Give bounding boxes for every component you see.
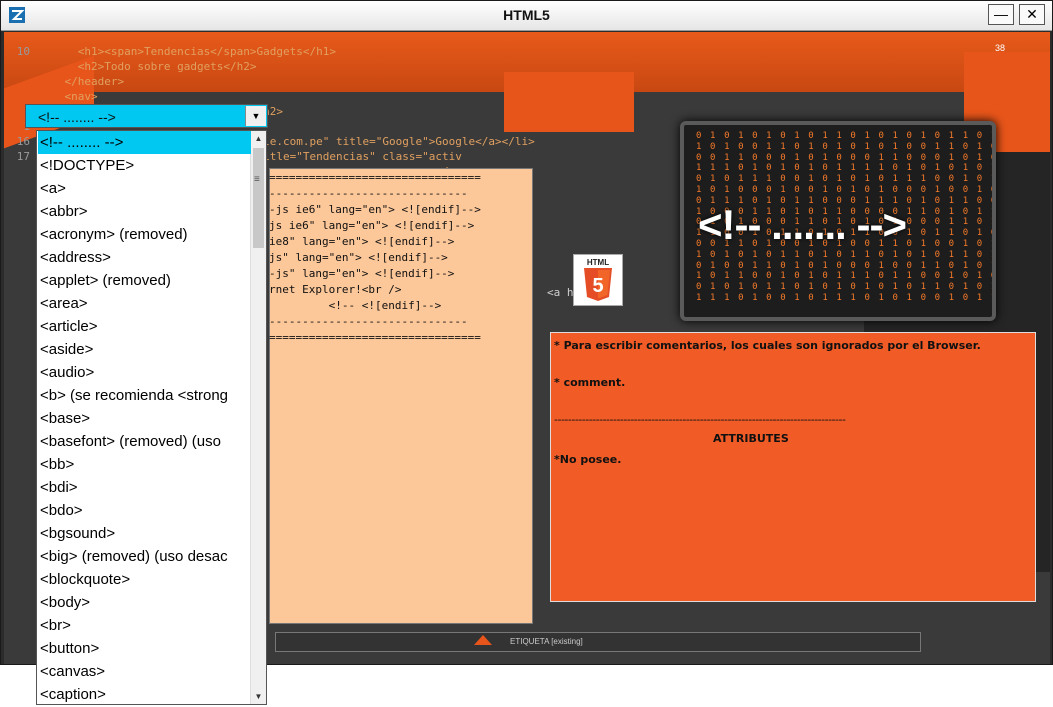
comment-code-line: ================================ [269, 331, 481, 344]
tag-option[interactable]: <!DOCTYPE> [38, 154, 251, 177]
close-button[interactable]: ✕ [1019, 4, 1045, 25]
scroll-thumb[interactable] [253, 148, 264, 248]
html5-logo-icon: HTML 5 [573, 254, 623, 306]
position-indicator: 38 [995, 43, 1006, 53]
scrollbar[interactable]: ▲ ≡ ▼ [250, 131, 266, 704]
info-syntax: * comment. [554, 376, 626, 389]
tag-option[interactable]: <article> [38, 315, 251, 338]
comment-code-line: -js" lang="en"> <![endif]--> [269, 267, 455, 280]
binary-row: 1 1 1 0 1 0 1 0 1 0 1 1 1 1 0 1 0 1 0 1 … [696, 163, 996, 174]
comment-code-line: js" lang="en"> <![endif]--> [269, 251, 448, 264]
code-comment-text: ================================ --------… [269, 170, 481, 346]
tag-option[interactable]: <acronym> (removed) [38, 223, 251, 246]
tag-option[interactable]: <caption> [38, 683, 251, 704]
comment-code-line: ------------------------------ [269, 187, 468, 200]
tag-info-panel: * Para escribir comentarios, los cuales … [550, 332, 1036, 602]
comment-code-line: ------------------------------ [269, 315, 468, 328]
tag-option[interactable]: <abbr> [38, 200, 251, 223]
tag-option[interactable]: <area> [38, 292, 251, 315]
code-text: <h2>Todo sobre gadgets</h2> [38, 60, 257, 73]
svg-text:HTML: HTML [587, 258, 609, 267]
binary-row: 0 1 0 1 0 1 1 0 1 0 1 0 1 0 1 0 1 1 0 1 … [696, 282, 996, 293]
binary-row: 0 1 0 1 1 1 0 0 1 0 1 0 1 0 1 1 1 0 0 1 … [696, 174, 996, 185]
binary-row: 0 0 1 1 0 0 0 1 0 1 0 0 0 1 1 0 0 0 1 0 … [696, 152, 996, 163]
title-bar[interactable]: HTML5 — ✕ [1, 1, 1052, 31]
line-number: 16 [16, 135, 30, 148]
tag-option[interactable]: <blockquote> [38, 568, 251, 591]
minimize-button[interactable]: — [988, 4, 1014, 25]
window-title: HTML5 [503, 7, 550, 23]
comment-code-line: -js ie6" lang="en"> <![endif]--> [269, 203, 481, 216]
binary-row: 1 0 1 0 1 0 1 1 0 1 0 1 1 0 1 0 1 0 1 1 … [696, 249, 996, 260]
chevron-down-icon[interactable]: ▼ [245, 106, 266, 126]
tag-option[interactable]: <bb> [38, 453, 251, 476]
tag-option[interactable]: <audio> [38, 361, 251, 384]
comment-code-line: rnet Explorer!<br /> [269, 283, 402, 296]
tag-select[interactable]: <!-- ........ --> ▼ [25, 104, 268, 128]
comment-code-line: <!-- <![endif]--> [269, 299, 442, 312]
attributes-heading: ATTRIBUTES [713, 432, 789, 445]
tag-option[interactable]: <body> [38, 591, 251, 614]
tag-select-value: <!-- ........ --> [38, 109, 116, 125]
arrow-up-icon[interactable] [474, 635, 492, 645]
banner-tag-text: <!-- ....... --> [698, 201, 907, 248]
comment-code-line: ================================ [269, 171, 481, 184]
tag-option[interactable]: <bdo> [38, 499, 251, 522]
binary-row: 1 0 1 0 0 1 1 0 1 0 1 0 1 0 1 0 0 1 1 0 … [696, 141, 996, 152]
svg-text:5: 5 [592, 275, 603, 297]
tag-option[interactable]: <br> [38, 614, 251, 637]
tag-option[interactable]: <!-- ........ --> [38, 131, 251, 154]
code-text: <h1><span>Tendencias</span>Gadgets</h1> [38, 45, 337, 58]
tag-option[interactable]: <aside> [38, 338, 251, 361]
tag-option[interactable]: <button> [38, 637, 251, 660]
line-number: 17 [16, 150, 30, 163]
binary-row: 1 0 1 1 0 0 1 0 1 0 1 1 1 0 1 1 0 0 1 0 … [696, 271, 996, 282]
binary-row: 0 1 0 1 0 1 0 1 0 1 1 0 1 0 1 0 1 0 1 1 … [696, 131, 996, 141]
tag-dropdown-list[interactable]: ▲ ≡ ▼ <!-- ........ --> <!DOCTYPE> <a> <abb… [36, 130, 267, 705]
line-number: 10 [16, 45, 30, 58]
code-line: </header> [4, 74, 535, 89]
info-divider: ----------------------------------------… [554, 413, 846, 426]
comment-code-line: js ie6" lang="en"> <![endif]--> [269, 219, 475, 232]
binary-row: 1 0 1 0 0 0 1 0 0 1 0 1 0 1 0 0 0 1 0 0 … [696, 184, 996, 195]
tag-option[interactable]: <base> [38, 407, 251, 430]
info-description: * Para escribir comentarios, los cuales … [554, 339, 981, 352]
tag-option[interactable]: <canvas> [38, 660, 251, 683]
scroll-up-icon[interactable]: ▲ [251, 131, 266, 146]
grip-icon: ≡ [254, 174, 260, 185]
tag-option[interactable]: <applet> (removed) [38, 269, 251, 292]
tag-option[interactable]: <bdi> [38, 476, 251, 499]
code-line: 10 <h1><span>Tendencias</span>Gadgets</h… [4, 44, 535, 59]
code-text: <nav> [38, 90, 98, 103]
comment-code-line: ie8" lang="en"> <![endif]--> [269, 235, 455, 248]
code-line: <h2>Todo sobre gadgets</h2> [4, 59, 535, 74]
tag-option[interactable]: <basefont> (removed) (uso [38, 430, 251, 453]
status-label: ETIQUETA [existing] [510, 637, 583, 646]
status-bar: ETIQUETA [existing] [275, 632, 921, 652]
code-text: </header> [38, 75, 125, 88]
comment-tag-banner: 0 1 0 1 0 1 0 1 0 1 1 0 1 0 1 0 1 0 1 1 … [680, 121, 996, 321]
info-attributes: *No posee. [554, 453, 622, 466]
binary-row: 1 1 1 0 1 0 0 1 0 1 1 1 0 1 0 1 0 0 1 0 … [696, 292, 996, 303]
tag-option[interactable]: <address> [38, 246, 251, 269]
code-line: <nav> [4, 89, 535, 104]
tag-option[interactable]: <bgsound> [38, 522, 251, 545]
tag-option[interactable]: <a> [38, 177, 251, 200]
tag-option[interactable]: <big> (removed) (uso desac [38, 545, 251, 568]
tag-option[interactable]: <b> (se recomienda <strong [38, 384, 251, 407]
scroll-down-icon[interactable]: ▼ [251, 689, 266, 704]
binary-row: 0 1 0 0 1 1 0 1 0 1 0 0 0 1 0 0 1 1 0 1 … [696, 260, 996, 271]
